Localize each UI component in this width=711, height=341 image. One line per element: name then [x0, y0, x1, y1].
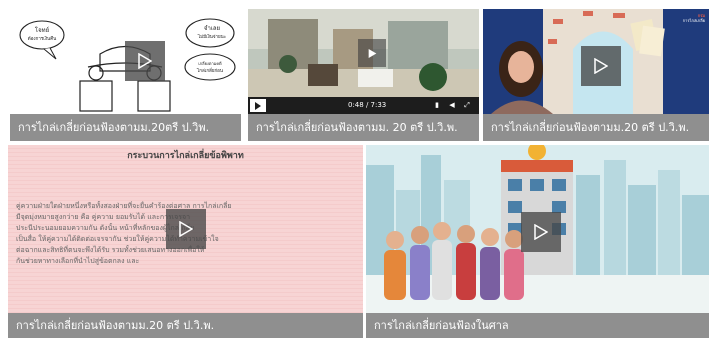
video-title[interactable]: การไกล่เกลี่ยก่อนฟ้องตามม.20 ตรี ป.วิ.พ.	[483, 114, 709, 141]
play-icon	[255, 101, 261, 110]
video-thumbnail[interactable]: 0:48 / 7:33 ▮ ◀ ⤢	[248, 9, 479, 114]
play-button[interactable]	[521, 212, 561, 252]
play-icon	[179, 221, 193, 237]
video-title[interactable]: การไกล่เกลี่ยก่อนฟ้องตามม.20 ตรี ป.วิ.พ.	[8, 313, 363, 338]
video-thumbnail[interactable]: กรม การไกล่เกลี่ย	[483, 9, 709, 114]
volume-icon[interactable]: ◀	[448, 101, 456, 109]
play-icon	[368, 48, 376, 58]
fullscreen-icon[interactable]: ⤢	[463, 101, 471, 109]
play-button[interactable]	[125, 41, 165, 81]
player-play-button[interactable]	[250, 99, 266, 112]
video-thumbnail[interactable]: โจทย์ ต้องการเงินคืน จำเลย ไม่มีเงินจ่าย…	[10, 9, 241, 114]
video-thumbnail[interactable]	[366, 145, 709, 313]
quality-icon[interactable]: ▮	[433, 101, 441, 109]
play-icon	[534, 224, 548, 240]
play-button[interactable]	[358, 39, 386, 67]
video-title[interactable]: การไกล่เกลี่ยก่อนฟ้องในศาล	[366, 313, 709, 338]
video-title[interactable]: การไกล่เกลี่ยก่อนฟ้องตามม. 20 ตรี ป.วิ.พ…	[248, 114, 479, 141]
slide-text: คู่ความฝ่ายใดฝ่ายหนึ่งหรือทั้งสองฝ่ายที่…	[16, 201, 296, 267]
bubble-right-line2: ไม่มีเงินจ่ายนะ	[197, 34, 226, 40]
slide-title: กระบวนการไกล่เกลี่ยข้อพิพาท	[127, 151, 244, 161]
play-button[interactable]	[166, 209, 206, 249]
video-card-3[interactable]: กรม การไกล่เกลี่ย การไกล่เกลี่ยก่อนฟ้องต…	[483, 9, 709, 141]
video-card-2[interactable]: 0:48 / 7:33 ▮ ◀ ⤢ การไกล่เกลี่ยก่อนฟ้องต…	[248, 9, 479, 141]
bubble-right-bottom-line1: เกลี่ยงตามคดี	[198, 61, 222, 66]
bubble-right-line1: จำเลย	[204, 25, 220, 32]
play-icon	[594, 58, 608, 74]
video-card-5[interactable]: การไกล่เกลี่ยก่อนฟ้องในศาล	[366, 145, 709, 338]
slide-line: มีจุดมุ่งหมายสูงกว่าย คือ คู่ความ ยอมรับ…	[16, 213, 191, 221]
brand-logo: กรม การไกล่เกลี่ย	[681, 13, 705, 23]
slide-line: ต่อฉากและสิทธิที่ตนจะพึงได้รับ รวมทั้งช่…	[16, 246, 205, 254]
logo-line2: การไกล่เกลี่ย	[682, 18, 705, 23]
play-icon	[138, 53, 152, 69]
bubble-left-line2: ต้องการเงินคืน	[28, 35, 56, 42]
play-button[interactable]	[581, 46, 621, 86]
video-card-1[interactable]: โจทย์ ต้องการเงินคืน จำเลย ไม่มีเงินจ่าย…	[10, 9, 241, 141]
slide-line: คู่ความฝ่ายใดฝ่ายหนึ่งหรือทั้งสองฝ่ายที่…	[16, 202, 232, 210]
video-title[interactable]: การไกล่เกลี่ยก่อนฟ้องตามม.20ตรี ป.วิพ.	[10, 114, 241, 141]
video-card-4[interactable]: กระบวนการไกล่เกลี่ยข้อพิพาท คู่ความฝ่ายใ…	[8, 145, 363, 338]
slide-line: เป็นสื่อ ให้คู่ความได้ติดต่อเจรจากัน ช่ว…	[16, 235, 219, 243]
video-thumbnail[interactable]: กระบวนการไกล่เกลี่ยข้อพิพาท คู่ความฝ่ายใ…	[8, 145, 363, 313]
slide-line: ประนีประนอมยอมความกัน ดังนั้น หน้าที่หลั…	[16, 224, 195, 232]
video-controls: 0:48 / 7:33 ▮ ◀ ⤢	[248, 97, 479, 114]
slide-line: กันช่วยหาทางเลือกที่นำไปสู่ข้อตกลง และ	[16, 257, 140, 265]
bubble-left-line1: โจทย์	[35, 26, 49, 34]
player-time: 0:48 / 7:33	[348, 101, 387, 109]
bubble-right-bottom-line2: ไกล่เกลี่ยก่อน	[196, 67, 223, 74]
